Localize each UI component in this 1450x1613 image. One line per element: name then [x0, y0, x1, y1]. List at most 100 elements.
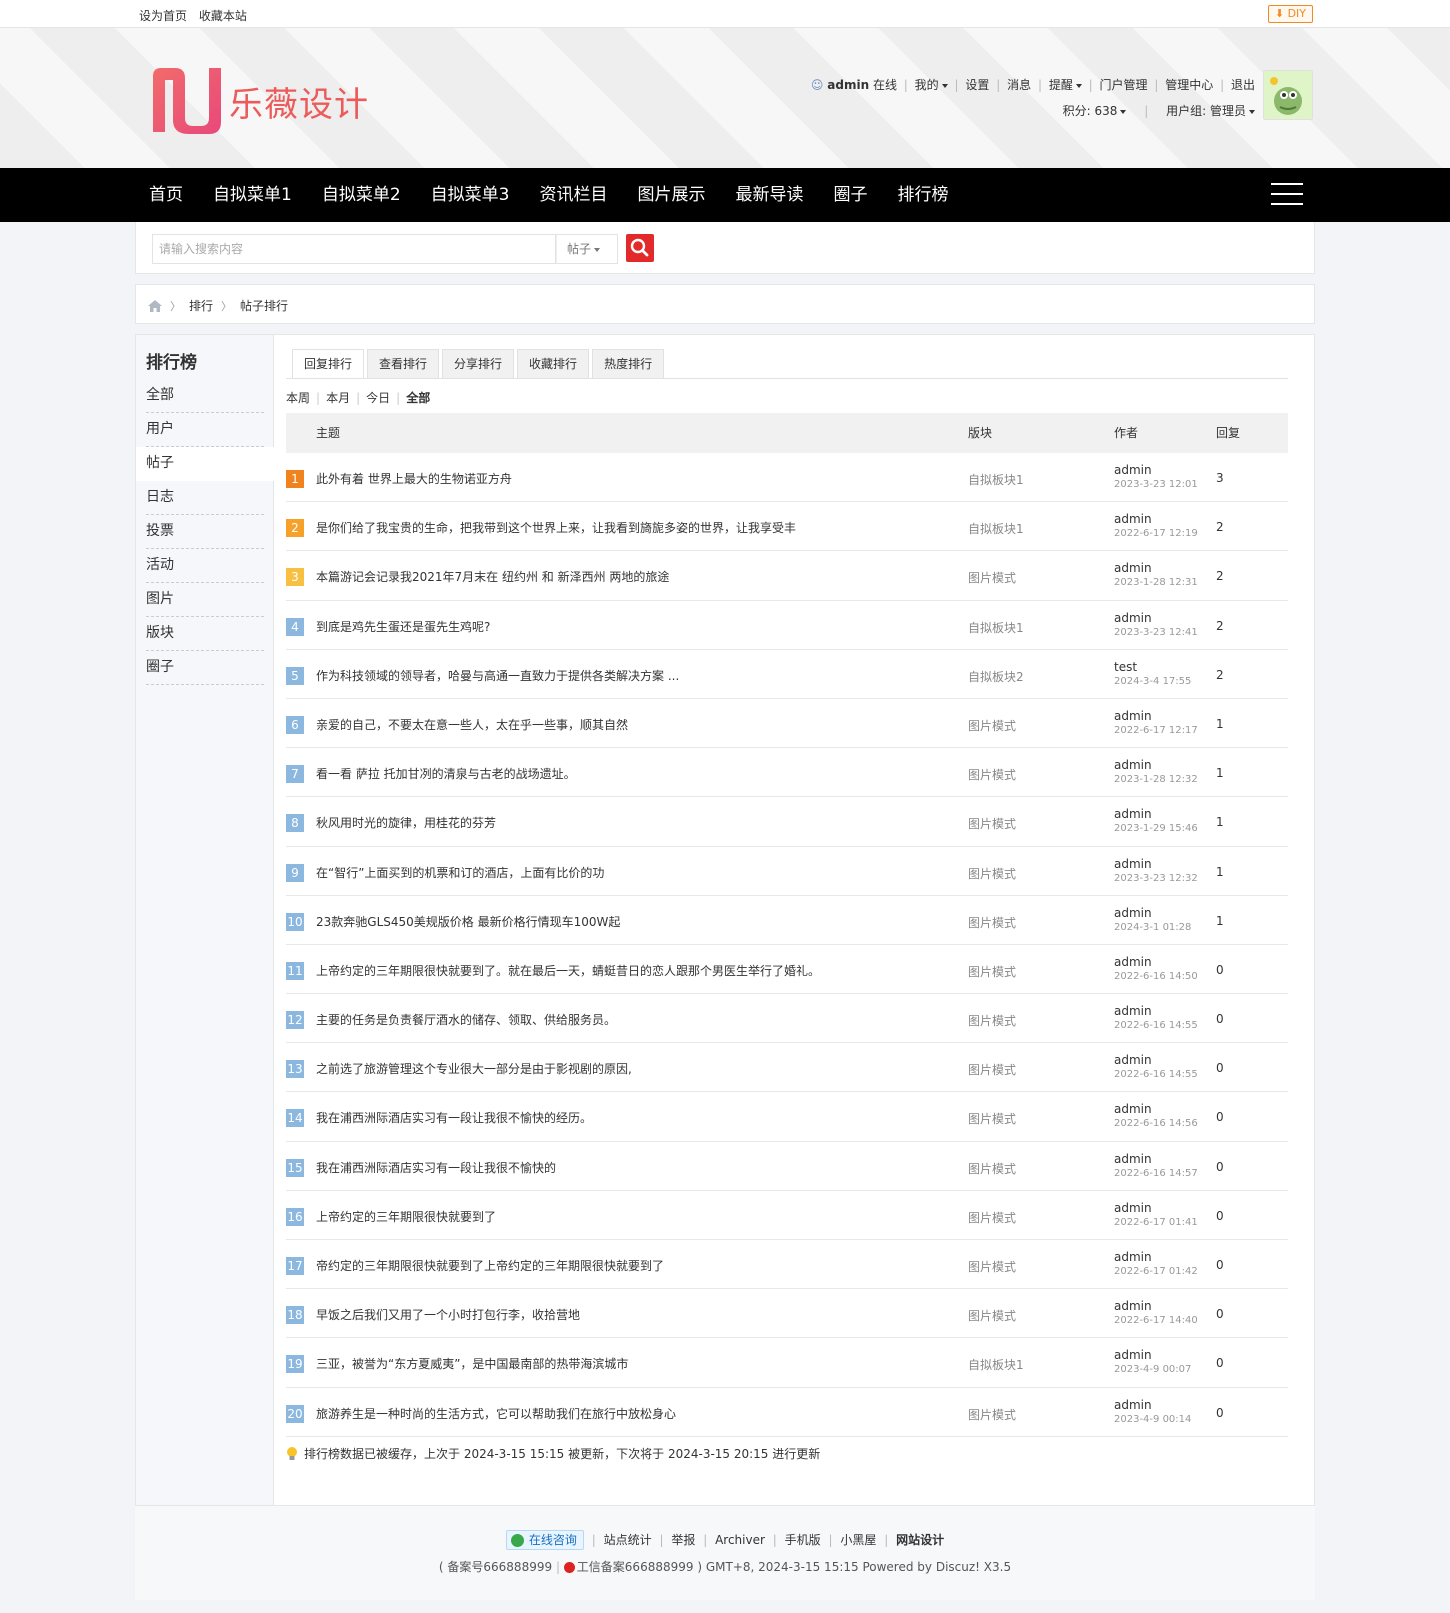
author-link[interactable]: admin [1114, 463, 1152, 477]
logout-link[interactable]: 退出 [1231, 78, 1255, 92]
author-link[interactable]: admin [1114, 906, 1152, 920]
points-menu[interactable]: 积分: 638 [1063, 104, 1127, 118]
topic-link[interactable]: 是你们给了我宝贵的生命，把我带到这个世界上来，让我看到旖旎多姿的世界，让我享受丰 [316, 519, 796, 536]
sidebar-item[interactable]: 帖子 [136, 447, 274, 481]
topic-link[interactable]: 此外有着 世界上最大的生物诺亚方舟 [316, 470, 512, 487]
search-input[interactable]: 请输入搜索内容 [152, 234, 556, 264]
forum-link[interactable]: 图片模式 [968, 914, 1016, 931]
nav-item[interactable]: 图片展示 [623, 168, 719, 222]
author-link[interactable]: admin [1114, 1299, 1152, 1313]
topic-link[interactable]: 23款奔驰GLS450美规版价格 最新价格行情现车100W起 [316, 913, 620, 930]
forum-link[interactable]: 图片模式 [968, 1258, 1016, 1275]
breadcrumb-rank-link[interactable]: 排行 [189, 297, 213, 314]
forum-link[interactable]: 图片模式 [968, 1110, 1016, 1127]
forum-link[interactable]: 图片模式 [968, 815, 1016, 832]
bookmark-link[interactable]: 收藏本站 [199, 9, 247, 23]
portal-admin-link[interactable]: 门户管理 [1100, 78, 1148, 92]
tab[interactable]: 回复排行 [292, 349, 365, 379]
settings-link[interactable]: 设置 [965, 78, 989, 92]
sidebar-item[interactable]: 全部 [146, 379, 264, 413]
author-link[interactable]: admin [1114, 1053, 1152, 1067]
forum-link[interactable]: 图片模式 [968, 569, 1016, 586]
avatar[interactable] [1263, 70, 1313, 120]
forum-link[interactable]: 图片模式 [968, 1406, 1016, 1423]
tab[interactable]: 分享排行 [442, 349, 515, 379]
period-option[interactable]: 今日 [366, 391, 390, 405]
sidebar-item[interactable]: 版块 [146, 617, 264, 651]
nav-item[interactable]: 资讯栏目 [525, 168, 621, 222]
nav-item[interactable]: 圈子 [819, 168, 881, 222]
author-link[interactable]: admin [1114, 611, 1152, 625]
reminders-menu[interactable]: 提醒 [1049, 78, 1082, 92]
sidebar-item[interactable]: 投票 [146, 515, 264, 549]
topic-link[interactable]: 之前选了旅游管理这个专业很大一部分是由于影视剧的原因, [316, 1060, 632, 1077]
nav-item[interactable]: 最新导读 [721, 168, 817, 222]
admin-center-link[interactable]: 管理中心 [1165, 78, 1213, 92]
tab[interactable]: 热度排行 [592, 349, 665, 379]
username-link[interactable]: admin [827, 78, 869, 92]
forum-link[interactable]: 自拟板块1 [968, 1356, 1024, 1373]
footer-link-stats[interactable]: 站点统计 [604, 1533, 652, 1547]
forum-link[interactable]: 自拟板块2 [968, 668, 1024, 685]
topic-link[interactable]: 秋风用时光的旋律，用桂花的芬芳 [316, 814, 496, 831]
forum-link[interactable]: 图片模式 [968, 717, 1016, 734]
author-link[interactable]: test [1114, 660, 1137, 674]
online-consult-button[interactable]: 在线咨询 [505, 1530, 584, 1550]
topic-link[interactable]: 在“智行”上面买到的机票和订的酒店，上面有比价的功 [316, 864, 604, 881]
period-option[interactable]: 本月 [326, 391, 350, 405]
topic-link[interactable]: 到底是鸡先生蛋还是蛋先生鸡呢? [316, 618, 490, 635]
author-link[interactable]: admin [1114, 1004, 1152, 1018]
author-link[interactable]: admin [1114, 1398, 1152, 1412]
footer-link-design[interactable]: 网站设计 [896, 1533, 944, 1547]
topic-link[interactable]: 三亚，被誉为“东方夏威夷”，是中国最南部的热带海滨城市 [316, 1355, 628, 1372]
topic-link[interactable]: 看一看 萨拉 托加甘冽的清泉与古老的战场遗址。 [316, 765, 576, 782]
author-link[interactable]: admin [1114, 857, 1152, 871]
forum-link[interactable]: 图片模式 [968, 963, 1016, 980]
author-link[interactable]: admin [1114, 709, 1152, 723]
tab[interactable]: 查看排行 [367, 349, 440, 379]
topic-link[interactable]: 作为科技领域的领导者，哈曼与高通一直致力于提供各类解决方案 ... [316, 667, 679, 684]
topic-link[interactable]: 主要的任务是负责餐厅酒水的储存、领取、供给服务员。 [316, 1011, 616, 1028]
footer-link-mobile[interactable]: 手机版 [785, 1533, 821, 1547]
search-button[interactable] [626, 234, 654, 262]
sidebar-item[interactable]: 活动 [146, 549, 264, 583]
topic-link[interactable]: 亲爱的自己，不要太在意一些人，太在乎一些事，顺其自然 [316, 716, 628, 733]
nav-item[interactable]: 首页 [135, 168, 197, 222]
footer-link-blacklist[interactable]: 小黑屋 [840, 1533, 876, 1547]
author-link[interactable]: admin [1114, 955, 1152, 969]
forum-link[interactable]: 图片模式 [968, 766, 1016, 783]
icp-link[interactable]: 备案号666888999 [447, 1560, 552, 1574]
period-option[interactable]: 全部 [406, 391, 430, 405]
gongxin-link[interactable]: 工信备案666888999 [577, 1560, 694, 1574]
search-type-select[interactable]: 帖子 [556, 234, 618, 264]
my-menu[interactable]: 我的 [915, 78, 948, 92]
author-link[interactable]: admin [1114, 1348, 1152, 1362]
forum-link[interactable]: 图片模式 [968, 1160, 1016, 1177]
forum-link[interactable]: 自拟板块1 [968, 520, 1024, 537]
tab[interactable]: 收藏排行 [517, 349, 590, 379]
messages-link[interactable]: 消息 [1007, 78, 1031, 92]
topic-link[interactable]: 我在浦西洲际酒店实习有一段让我很不愉快的经历。 [316, 1109, 592, 1126]
footer-link-archiver[interactable]: Archiver [715, 1533, 765, 1547]
author-link[interactable]: admin [1114, 1250, 1152, 1264]
author-link[interactable]: admin [1114, 1102, 1152, 1116]
period-option[interactable]: 本周 [286, 391, 310, 405]
diy-button[interactable]: ⬇ DIY [1267, 5, 1313, 23]
author-link[interactable]: admin [1114, 561, 1152, 575]
topic-link[interactable]: 帝约定的三年期限很快就要到了上帝约定的三年期限很快就要到了 [316, 1257, 664, 1274]
forum-link[interactable]: 图片模式 [968, 1209, 1016, 1226]
forum-link[interactable]: 自拟板块1 [968, 619, 1024, 636]
set-home-link[interactable]: 设为首页 [139, 9, 187, 23]
nav-item[interactable]: 自拟菜单3 [417, 168, 524, 222]
topic-link[interactable]: 上帝约定的三年期限很快就要到了 [316, 1208, 496, 1225]
author-link[interactable]: admin [1114, 1152, 1152, 1166]
author-link[interactable]: admin [1114, 1201, 1152, 1215]
forum-link[interactable]: 图片模式 [968, 1307, 1016, 1324]
forum-link[interactable]: 图片模式 [968, 1012, 1016, 1029]
footer-link-report[interactable]: 举报 [671, 1533, 695, 1547]
nav-item[interactable]: 自拟菜单1 [199, 168, 306, 222]
site-logo[interactable]: 乐薇设计 [149, 66, 369, 136]
sidebar-item[interactable]: 圈子 [146, 651, 264, 685]
author-link[interactable]: admin [1114, 512, 1152, 526]
topic-link[interactable]: 早饭之后我们又用了一个小时打包行李，收拾营地 [316, 1306, 580, 1323]
